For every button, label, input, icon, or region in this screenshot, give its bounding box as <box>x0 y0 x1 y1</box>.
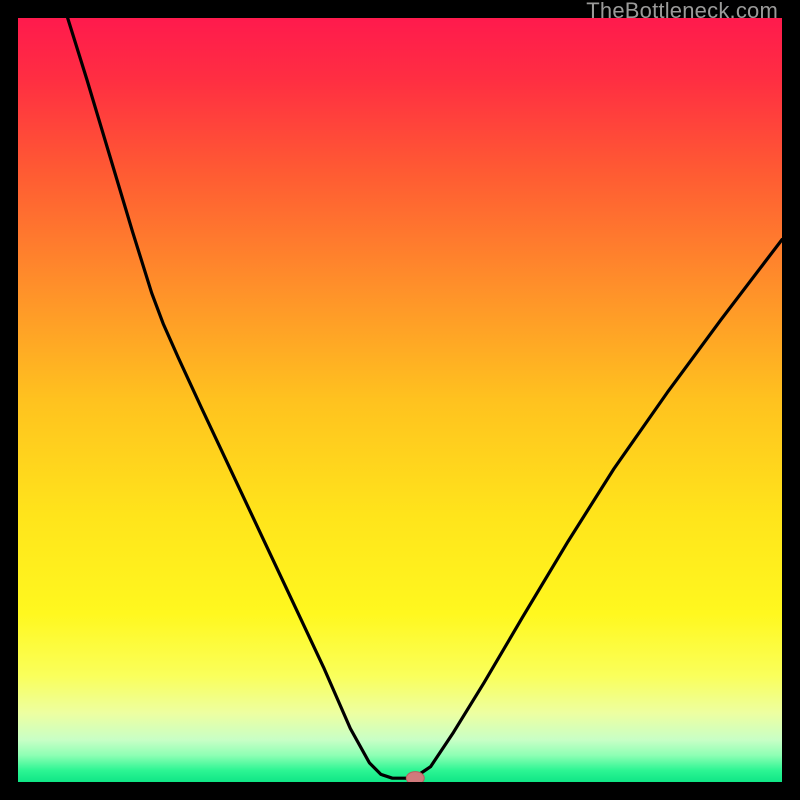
chart-frame <box>18 18 782 782</box>
gradient-background <box>18 18 782 782</box>
optimum-marker <box>406 772 424 782</box>
watermark-label: TheBottleneck.com <box>586 0 778 24</box>
bottleneck-plot <box>18 18 782 782</box>
